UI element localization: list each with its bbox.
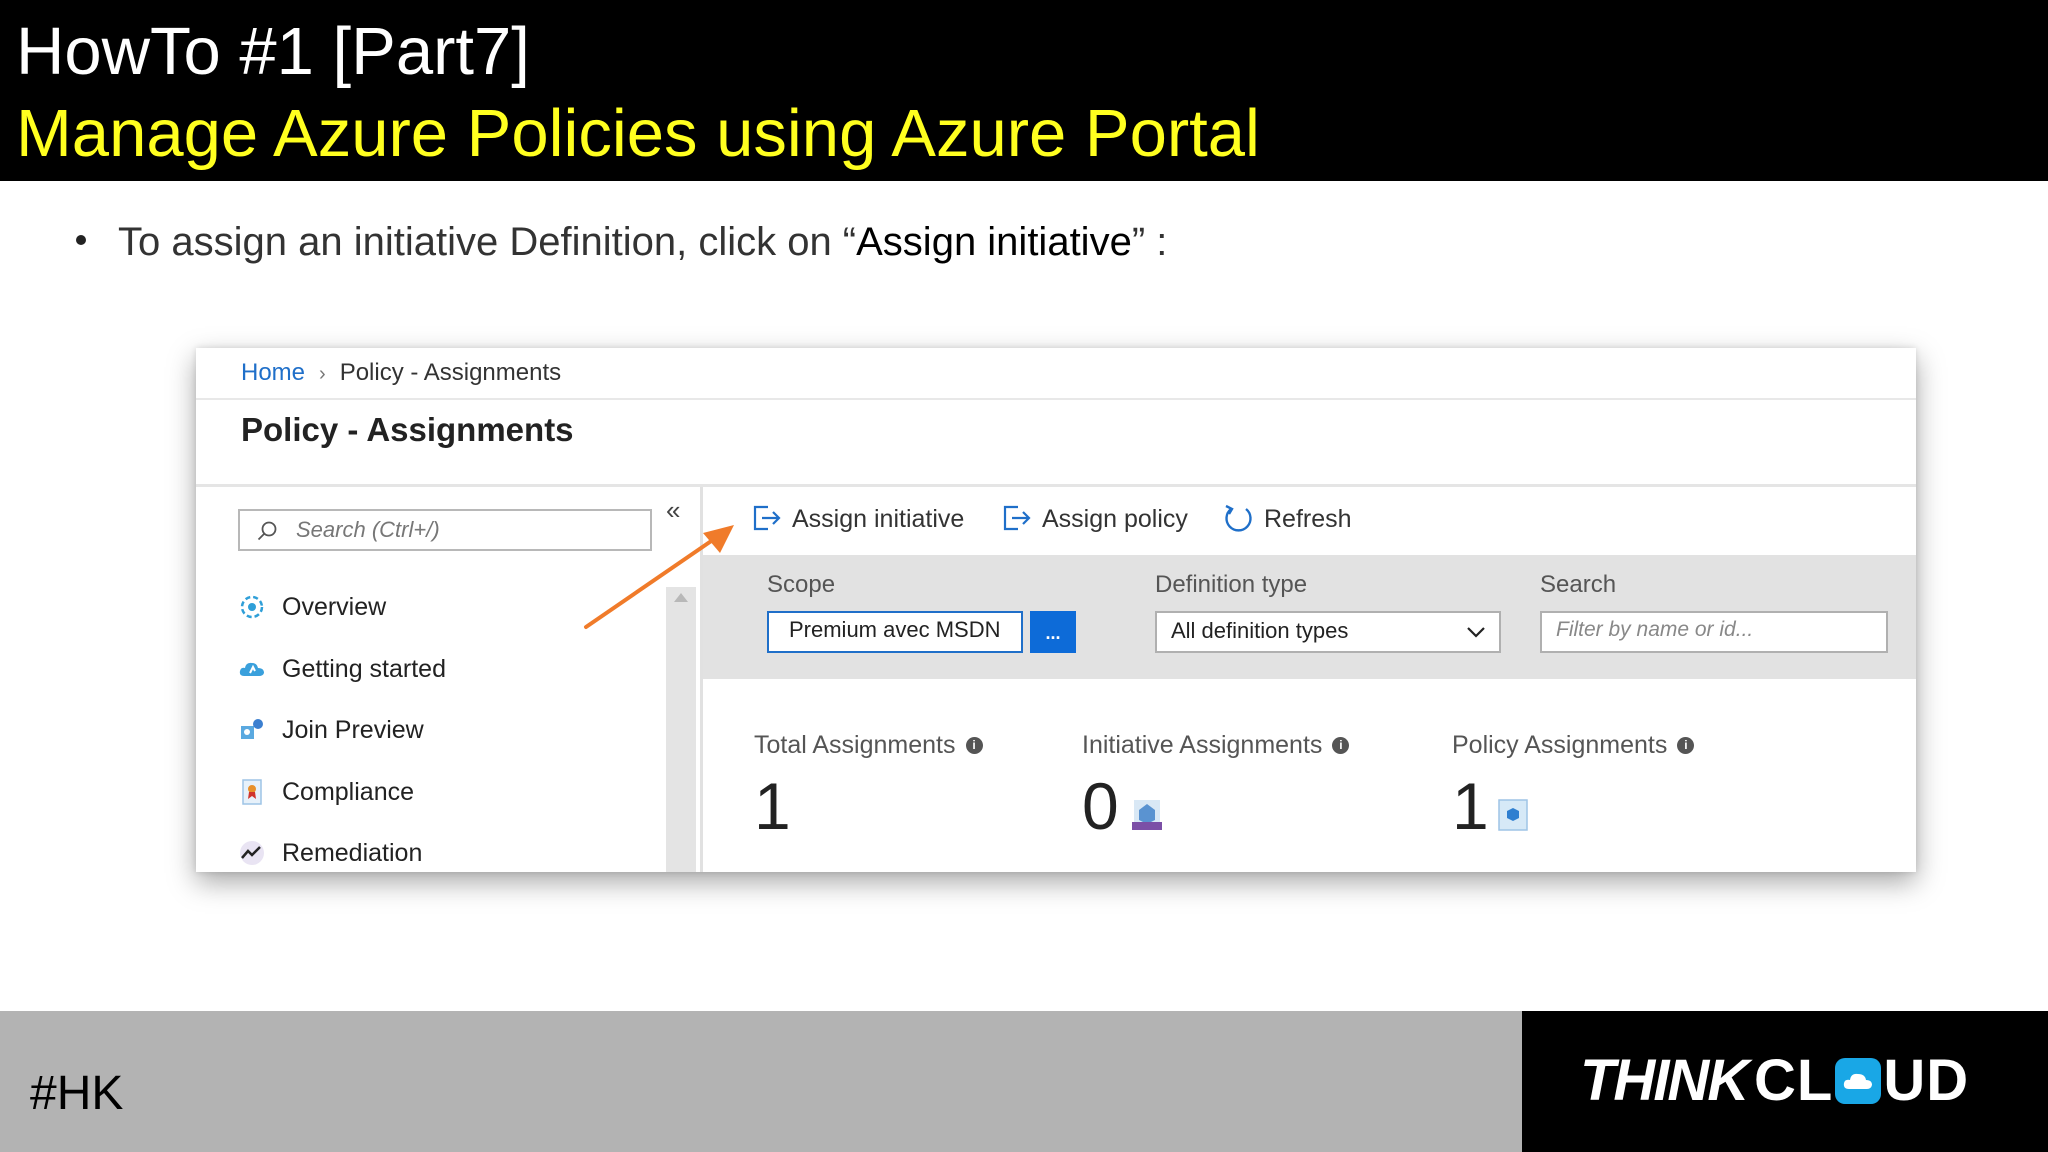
nav-item-label: Overview — [282, 593, 387, 621]
logo-cloud-text: CL UD — [1754, 1047, 1969, 1114]
cloud-icon — [239, 662, 264, 676]
portal-screenshot: Home › Policy - Assignments Policy - Assig… — [196, 348, 1916, 872]
nav-item-compliance[interactable]: Compliance — [238, 772, 658, 812]
info-icon[interactable]: i — [1677, 736, 1695, 754]
bullet-text-suffix: ” : — [1131, 220, 1168, 264]
refresh-icon — [1225, 504, 1252, 532]
remediation-icon — [240, 841, 264, 865]
pointer-arrow — [584, 525, 734, 629]
nav-item-join-preview[interactable]: Join Preview — [238, 710, 658, 750]
overview-icon — [240, 595, 264, 619]
policy-assignments-value: 1 — [1452, 769, 1489, 843]
assign-initiative-label: Assign initiative — [792, 505, 965, 533]
definition-type-select[interactable]: All definition types — [1155, 611, 1501, 653]
assign-icon — [1003, 505, 1031, 531]
bullet-text-prefix: To assign an initiative Definition, clic… — [118, 220, 857, 264]
refresh-label: Refresh — [1264, 505, 1352, 533]
nav-item-label: Join Preview — [282, 716, 424, 744]
definition-type-label: Definition type — [1155, 571, 1308, 598]
info-icon[interactable]: i — [965, 736, 983, 754]
search-icon — [257, 521, 277, 541]
logo-cl: CL — [1754, 1048, 1834, 1113]
filter-panel: Scope Premium avec MSDN ... Definition t… — [703, 555, 1916, 679]
breadcrumb-current: Policy - Assignments — [339, 359, 562, 386]
slide-title: HowTo #1 [Part7] — [16, 14, 530, 89]
assign-policy-button[interactable]: Assign policy — [1000, 498, 1200, 542]
breadcrumb: Home › Policy - Assignments — [241, 358, 561, 389]
nav-item-label: Remediation — [282, 839, 423, 867]
search-filter-placeholder: Filter by name or id... — [1556, 618, 1754, 641]
instruction-bullet: To assign an initiative Definition, clic… — [76, 214, 1167, 270]
breadcrumb-separator: › — [319, 363, 326, 385]
policy-assignments-label: Policy Assignments i — [1452, 728, 1695, 762]
footer-hashtag: #HK — [30, 1067, 124, 1120]
divider — [196, 398, 1916, 400]
nav-item-getting-started[interactable]: Getting started — [238, 649, 658, 689]
think-cloud-logo: THINK CL UD — [1522, 1011, 2048, 1152]
assign-policy-label: Assign policy — [1042, 505, 1188, 533]
definition-type-value: All definition types — [1171, 618, 1349, 643]
scope-picker-button[interactable]: ... — [1030, 611, 1076, 653]
total-assignments-value: 1 — [754, 769, 791, 843]
initiative-assignments-value: 0 — [1082, 769, 1119, 843]
page-title: Policy - Assignments — [241, 411, 574, 448]
slide-header: HowTo #1 [Part7] Manage Azure Policies u… — [0, 0, 2048, 181]
initiative-assignments-text: Initiative Assignments — [1082, 731, 1323, 759]
search-filter-input[interactable]: Filter by name or id... — [1540, 611, 1888, 653]
assign-icon — [753, 505, 781, 531]
policy-icon — [1498, 799, 1528, 831]
policy-assignments-text: Policy Assignments — [1452, 731, 1668, 759]
nav-search-placeholder: Search (Ctrl+/) — [296, 517, 440, 542]
logo-think-text: THINK — [1580, 1048, 1749, 1113]
compliance-icon — [242, 779, 262, 805]
chevron-down-icon — [1467, 627, 1485, 638]
bullet-dot — [76, 235, 86, 246]
info-icon[interactable]: i — [1332, 736, 1350, 754]
logo-ud: UD — [1883, 1048, 1970, 1113]
scope-value: Premium avec MSDN — [789, 617, 1001, 642]
footer-bar: #HK — [0, 1011, 1522, 1152]
nav-item-label: Compliance — [282, 778, 415, 806]
total-assignments-label: Total Assignments i — [754, 728, 983, 762]
nav-item-label: Getting started — [282, 655, 446, 683]
initiative-assignments-label: Initiative Assignments i — [1082, 728, 1350, 762]
bullet-text-strong: Assign initiative — [856, 220, 1132, 264]
search-filter-label: Search — [1540, 571, 1617, 598]
slide-subtitle: Manage Azure Policies using Azure Portal — [16, 96, 1260, 171]
refresh-button[interactable]: Refresh — [1222, 498, 1372, 542]
total-assignments-text: Total Assignments — [754, 731, 956, 759]
initiative-icon — [1132, 800, 1162, 830]
scope-field[interactable]: Premium avec MSDN — [767, 611, 1023, 653]
cloud-icon — [1835, 1057, 1882, 1104]
nav-item-remediation[interactable]: Remediation — [238, 833, 658, 872]
assign-initiative-button[interactable]: Assign initiative — [750, 498, 970, 542]
preview-icon — [241, 719, 263, 739]
breadcrumb-home-link[interactable]: Home — [241, 359, 305, 386]
scope-label: Scope — [767, 571, 836, 598]
